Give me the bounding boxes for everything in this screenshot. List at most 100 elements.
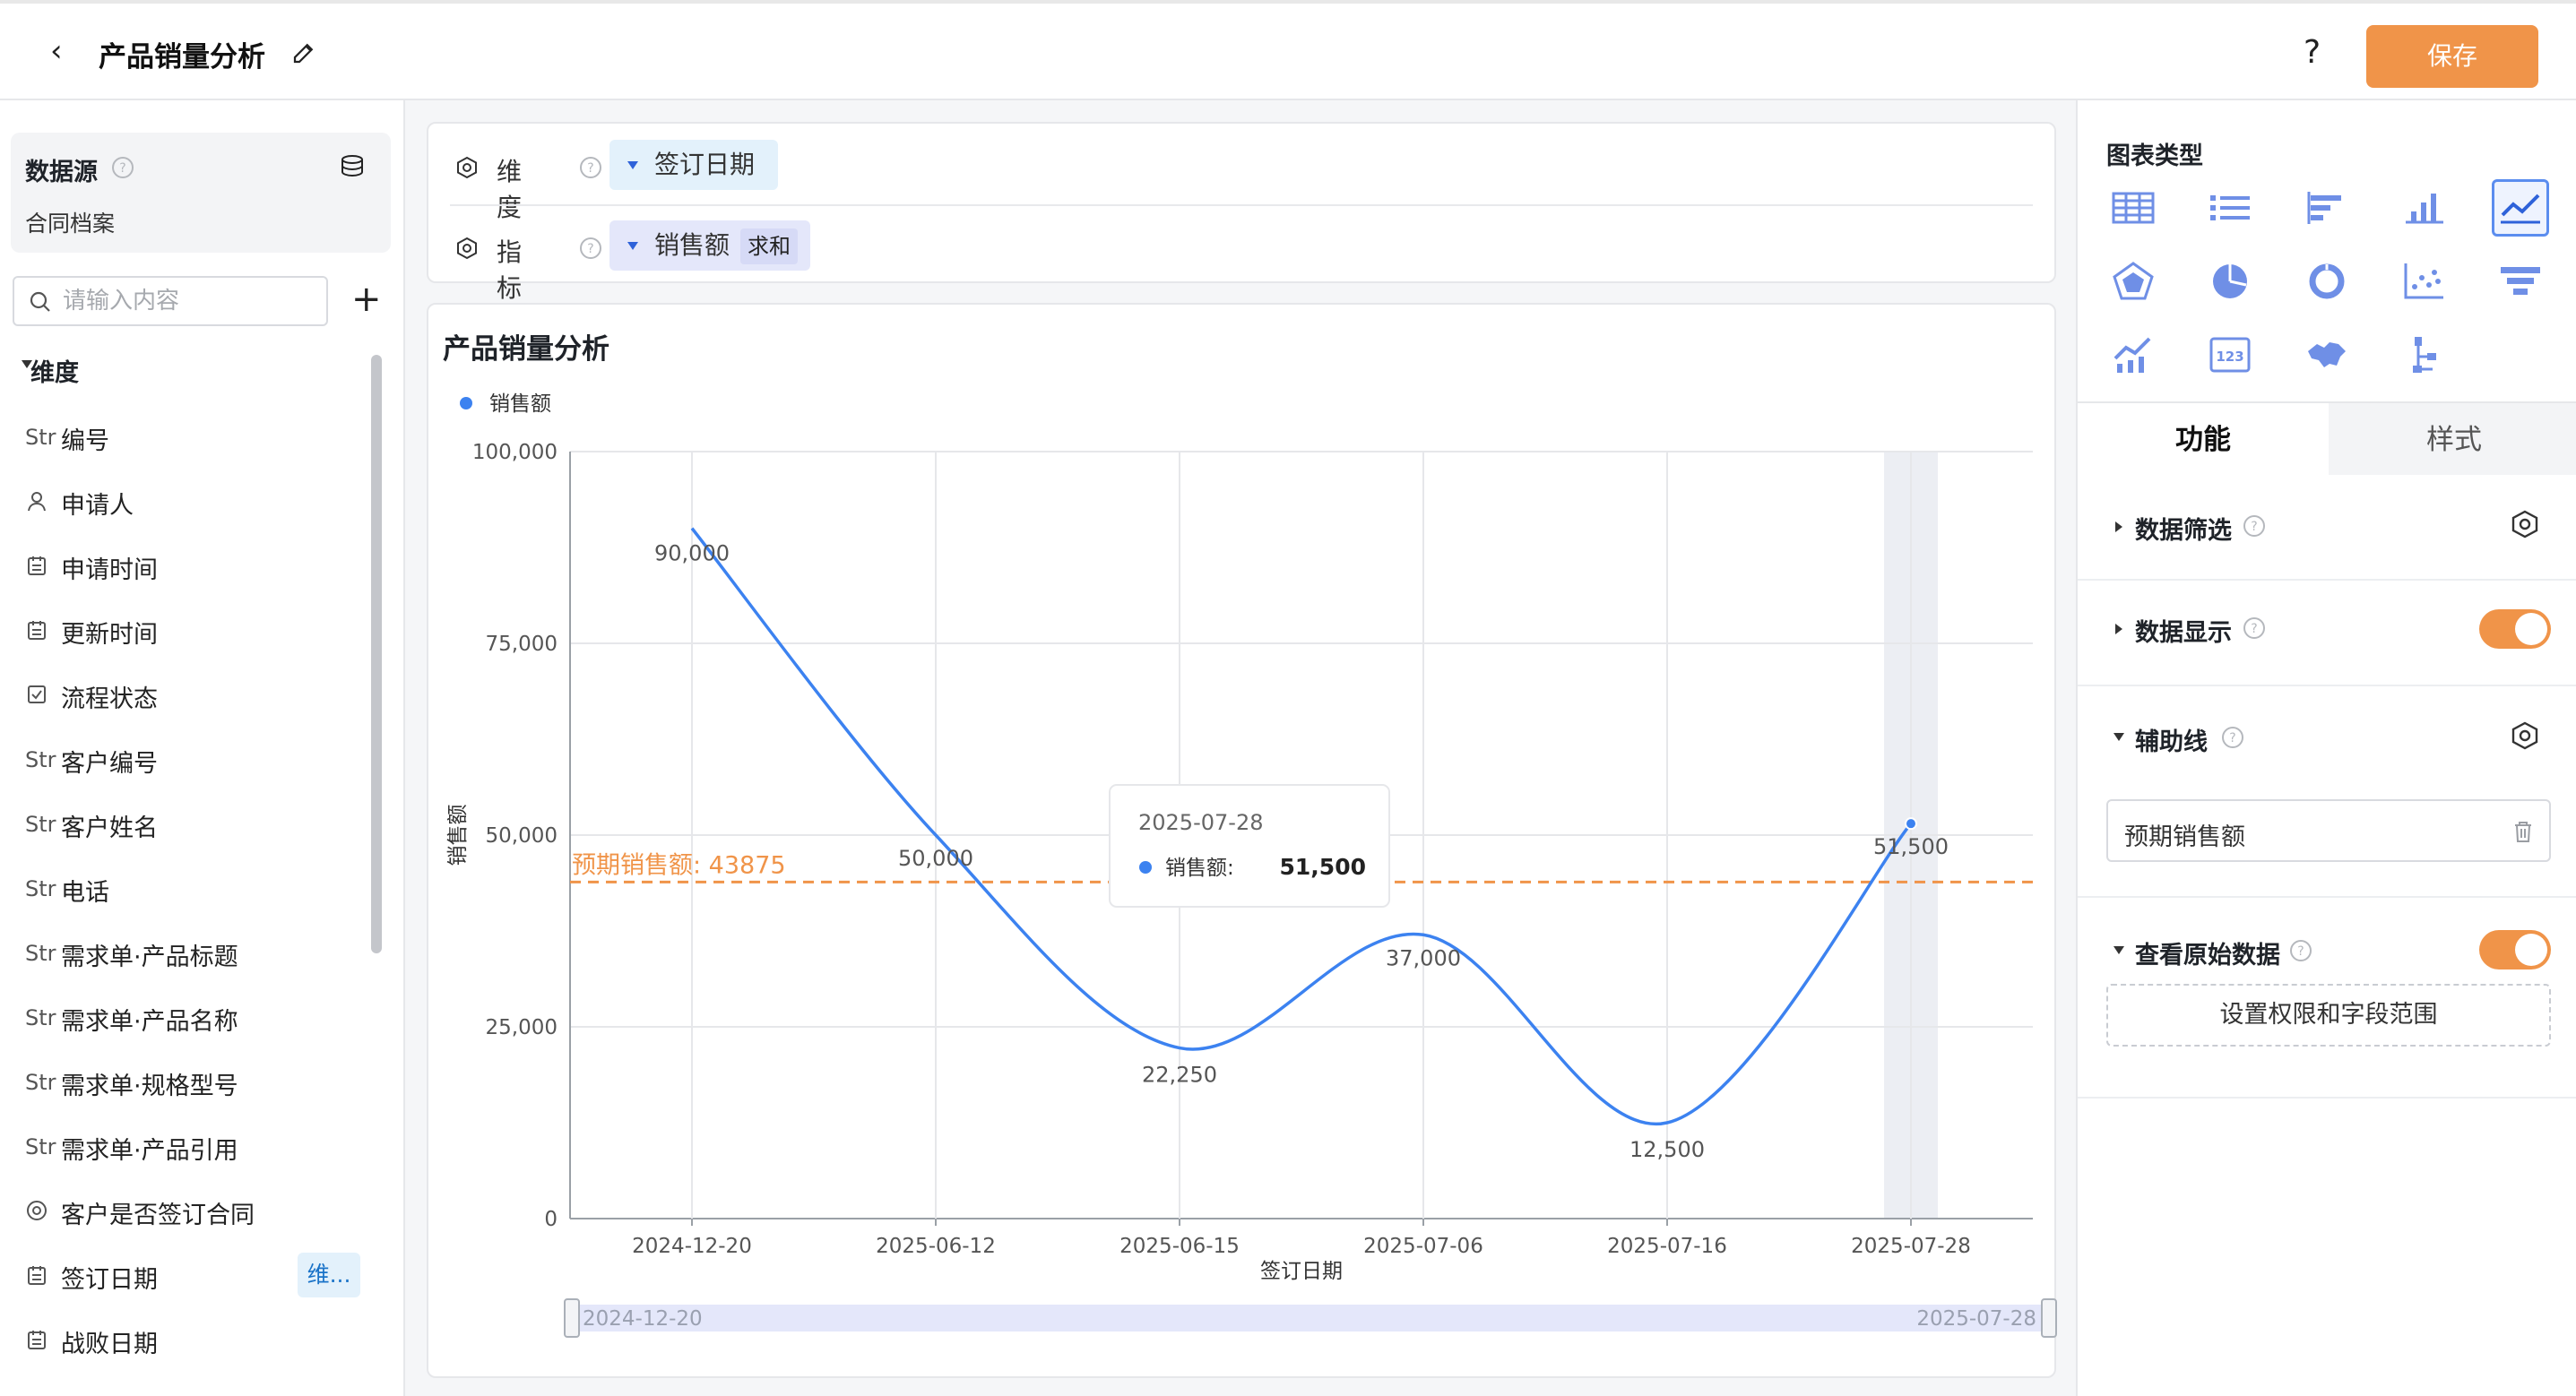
list-chart-icon[interactable] [2201, 179, 2259, 237]
checkbox-icon [25, 683, 56, 708]
question-icon[interactable]: ? [579, 156, 602, 179]
data-label: 51,500 [1873, 834, 1949, 859]
field-search[interactable] [13, 276, 328, 326]
field-item[interactable]: Str 电话 [0, 857, 376, 921]
data-label: 37,000 [1386, 945, 1461, 970]
pie-chart-icon[interactable] [2201, 253, 2259, 310]
field-usage-tag[interactable]: 维... [298, 1253, 360, 1297]
y-tick-label: 25,000 [486, 1016, 558, 1039]
donut-chart-icon[interactable] [2298, 253, 2356, 310]
settings-gear-icon[interactable] [2510, 720, 2540, 751]
field-item[interactable]: Str 编号 [0, 405, 376, 470]
back-arrow-icon[interactable]: ‹ [50, 36, 77, 66]
calendar-icon [25, 554, 56, 579]
number-card-icon[interactable]: 123 [2201, 326, 2259, 383]
column-chart-icon[interactable] [2395, 179, 2452, 237]
view-raw-label: 查看原始数据 [2135, 942, 2280, 969]
field-item[interactable]: 流程状态 [0, 663, 376, 728]
zoom-handle-left [564, 1298, 580, 1338]
chart-config-card: 维度 ? 签订日期 指标 ? 销售额 求和 [427, 122, 2056, 303]
question-icon[interactable]: ? [2243, 616, 2266, 640]
string-type-icon: Str [25, 1005, 56, 1030]
scrollbar[interactable] [371, 355, 382, 953]
gear-icon [457, 156, 477, 179]
tree-chart-icon[interactable] [2395, 326, 2452, 383]
data-display-section[interactable]: 数据显示 ? [2078, 581, 2576, 686]
question-icon[interactable]: ? [2289, 939, 2312, 962]
field-item[interactable]: 申请时间 [0, 534, 376, 599]
settings-panel: 图表类型 123 功能 样式 数据筛选 ? 数据显示 ? 辅助线 ? 预期销售额… [2076, 100, 2576, 1396]
svg-text:?: ? [587, 242, 593, 256]
string-type-icon: Str [25, 812, 56, 837]
view-raw-toggle[interactable] [2479, 930, 2551, 969]
scatter-chart-icon[interactable] [2395, 253, 2452, 310]
question-icon[interactable]: ? [111, 156, 134, 179]
x-tick-label: 2025-07-16 [1607, 1235, 1727, 1258]
field-item[interactable]: 战败日期 [0, 1308, 376, 1373]
aggregation-tag[interactable]: 求和 [740, 228, 799, 264]
calendar-icon [25, 1328, 56, 1353]
aux-line-label: 辅助线 [2135, 728, 2208, 756]
trash-icon[interactable] [2511, 819, 2535, 844]
y-tick-label: 100,000 [472, 441, 558, 464]
data-display-label: 数据显示 [2135, 619, 2232, 647]
dimension-label: 维度 [497, 157, 523, 222]
line-chart: 0 25,000 50,000 75,000 100,000 2024-12-20 2025… [446, 392, 2057, 1338]
database-switch-icon[interactable] [339, 152, 366, 179]
datasource-title: 数据源 [25, 159, 98, 186]
data-filter-section[interactable]: 数据筛选 ? [2078, 475, 2576, 581]
field-item[interactable]: Str 需求单·产品名称 [0, 986, 376, 1050]
tooltip-series: 销售额: [1165, 857, 1234, 880]
dimension-heading[interactable]: 维度 [30, 353, 79, 388]
permission-button[interactable]: 设置权限和字段范围 [2106, 984, 2551, 1047]
y-tick-label: 75,000 [486, 633, 558, 656]
page-title: 产品销量分析 [99, 41, 265, 73]
bar-horizontal-icon[interactable] [2298, 179, 2356, 237]
add-field-icon[interactable]: + [351, 281, 382, 317]
field-label: 客户姓名 [61, 814, 158, 842]
field-panel: 数据源 ? 合同档案 + 维度 Str编号申请人申请时间更新时间流程状态Str客… [0, 100, 405, 1396]
combo-chart-icon[interactable] [2105, 326, 2162, 383]
tab-function[interactable]: 功能 [2078, 403, 2329, 477]
line-chart-icon[interactable] [2492, 179, 2549, 237]
map-chart-icon[interactable] [2298, 326, 2356, 383]
table-chart-icon[interactable] [2105, 179, 2162, 237]
field-label: 签订日期 [61, 1266, 158, 1294]
question-icon[interactable]: ? [2221, 726, 2244, 749]
field-item[interactable]: Str 客户姓名 [0, 792, 376, 857]
save-button[interactable]: 保存 [2366, 25, 2538, 88]
tooltip-value: 51,500 [1280, 854, 1366, 880]
field-item[interactable]: Str 需求单·规格型号 [0, 1050, 376, 1115]
search-input[interactable] [61, 285, 321, 317]
dimension-pill[interactable]: 签订日期 [609, 140, 779, 190]
edit-pencil-icon[interactable] [290, 39, 317, 66]
data-label: 12,500 [1629, 1137, 1705, 1162]
metric-pill[interactable]: 销售额 求和 [609, 220, 811, 271]
reference-line-label: 预期销售额: 43875 [572, 851, 786, 879]
field-item[interactable]: 申请人 [0, 470, 376, 534]
help-icon[interactable]: ? [2304, 34, 2321, 71]
question-icon[interactable]: ? [579, 237, 602, 260]
tab-style[interactable]: 样式 [2329, 403, 2576, 477]
aux-line-item[interactable]: 预期销售额 [2106, 799, 2551, 862]
caret-down-icon[interactable] [2114, 946, 2124, 954]
gear-icon [457, 237, 477, 260]
field-item[interactable]: Str 客户编号 [0, 728, 376, 792]
string-type-icon: Str [25, 1070, 56, 1095]
data-label: 50,000 [898, 846, 973, 871]
tooltip-box [1109, 784, 1390, 908]
settings-gear-icon[interactable] [2510, 509, 2540, 539]
funnel-chart-icon[interactable] [2492, 253, 2549, 310]
caret-down-icon[interactable] [2114, 733, 2124, 741]
field-item[interactable]: 客户是否签订合同 [0, 1179, 376, 1244]
question-icon[interactable]: ? [2243, 514, 2266, 538]
data-display-toggle[interactable] [2479, 609, 2551, 649]
field-item[interactable]: Str 需求单·产品引用 [0, 1115, 376, 1179]
field-item[interactable]: 签订日期 维... [0, 1244, 376, 1308]
radar-chart-icon[interactable] [2105, 253, 2162, 310]
field-item[interactable]: Str 需求单·产品标题 [0, 921, 376, 986]
zoom-handle-right [2041, 1298, 2057, 1338]
field-label: 电话 [61, 879, 109, 907]
field-item[interactable]: 更新时间 [0, 599, 376, 663]
caret-down-icon [627, 161, 638, 169]
